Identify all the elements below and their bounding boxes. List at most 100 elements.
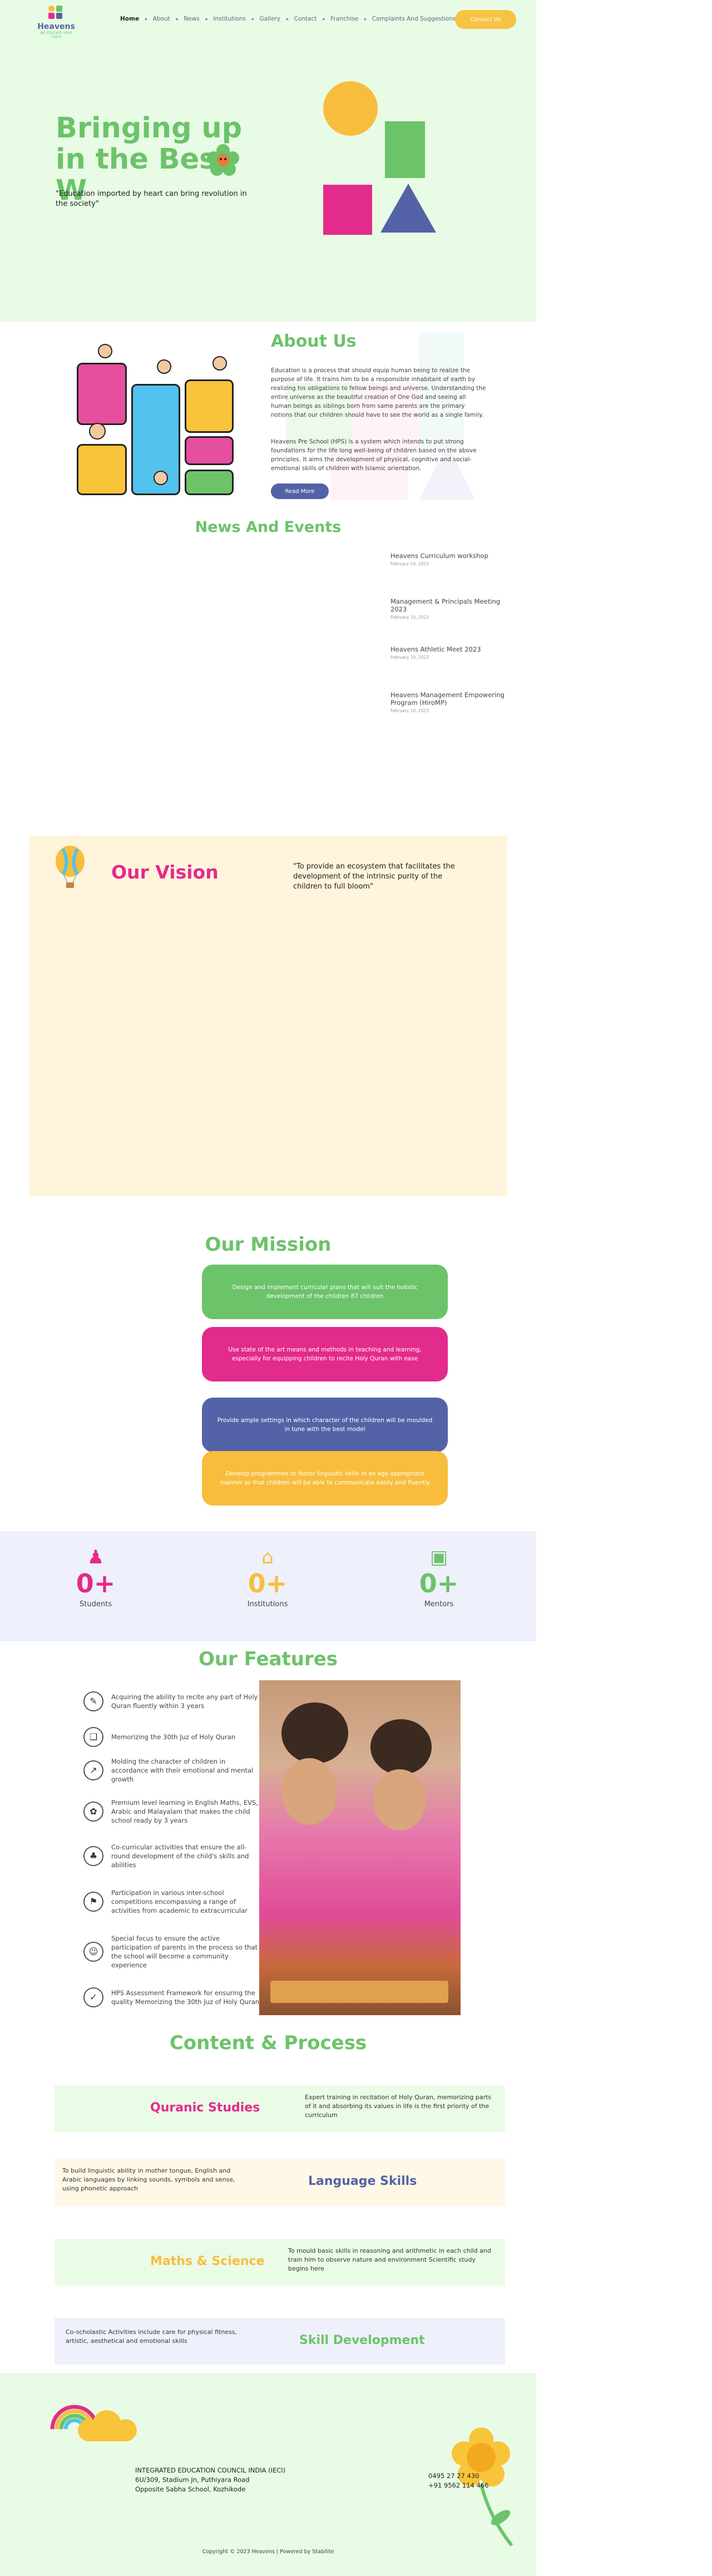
mission-card: Use state of the art means and methods i… (202, 1327, 448, 1381)
process-heading: Maths & Science (150, 2254, 265, 2268)
parents-icon: ☺ (83, 1942, 103, 1962)
process-text: To build linguistic ability in mother to… (62, 2167, 235, 2192)
brand-logo[interactable]: Heavens WE EDUCATE YOUR CHILD (34, 4, 78, 39)
nav-home[interactable]: Home (115, 16, 145, 22)
process-heading: Quranic Studies (150, 2101, 260, 2115)
stat-label: Mentors (424, 1600, 454, 1608)
process-card-maths: Maths & Science To mould basic skills in… (55, 2239, 505, 2286)
main-nav: Home ◆ About ◆ News ◆ Institutions ◆ Gal… (115, 16, 461, 22)
nav-institutions[interactable]: Institutions (207, 16, 251, 22)
feature-item: ⚑ Participation in various inter-school c… (83, 1888, 261, 1915)
news-item-date: February 10, 2023 (390, 708, 429, 713)
feature-item: ☺ Special focus to ensure the active part… (83, 1934, 261, 1970)
feature-text: Acquiring the ability to recite any part… (111, 1693, 258, 1710)
blue-triangle-shape (380, 184, 436, 233)
mission-card: Provide ample settings in which characte… (202, 1398, 448, 1452)
quran-icon: ✎ (83, 1691, 103, 1711)
institution-icon: ⌂ (261, 1546, 274, 1568)
about-illustration (72, 340, 239, 496)
process-heading: Language Skills (308, 2174, 417, 2188)
news-item-title: Management & Principals Meeting 2023 (390, 598, 501, 613)
nav-franchise[interactable]: Franchise (325, 16, 364, 22)
process-card-quranic: Quranic Studies Expert training in recit… (55, 2085, 505, 2132)
stat-mentors: ▣ 0+ Mentors (383, 1546, 495, 1608)
logo-mark-icon (47, 4, 66, 19)
news-item-title: Heavens Athletic Meet 2023 (390, 645, 481, 653)
footer-address: INTEGRATED EDUCATION COUNCIL INDIA (IECI… (135, 2466, 285, 2494)
news-item[interactable]: Heavens Management Empowering Program (H… (390, 691, 513, 715)
brand-tagline: WE EDUCATE YOUR CHILD (39, 31, 73, 39)
news-item-date: February 10, 2023 (390, 615, 429, 620)
feature-text: Participation in various inter-school co… (111, 1889, 248, 1914)
feature-item: ✎ Acquiring the ability to recite any par… (83, 1691, 261, 1711)
assessment-icon: ✓ (83, 1987, 103, 2007)
process-text: To mould basic skills in reasoning and a… (288, 2247, 491, 2272)
about-paragraph-1: Education is a process that should equip… (271, 367, 486, 418)
feature-text: Special focus to ensure the active parti… (111, 1935, 258, 1969)
feature-item: ❑ Memorizing the 30th Juz of Holy Quran (83, 1727, 261, 1747)
feature-item: ✓ HPS Assessment Framework for ensuring t… (83, 1987, 261, 2007)
stat-value: 0+ (76, 1568, 116, 1598)
process-text: Expert training in recitation of Holy Qu… (305, 2094, 492, 2119)
footer-phone[interactable]: +91 9562 114 466 (428, 2481, 488, 2490)
hot-air-balloon-icon (53, 846, 87, 890)
flower-icon (206, 143, 240, 177)
mission-title: Our Mission (205, 1233, 332, 1256)
competition-icon: ⚑ (83, 1892, 103, 1912)
news-item[interactable]: Heavens Athletic Meet 2023 February 10, … (390, 645, 513, 662)
feature-item: ↗ Molding the character of children in ac… (83, 1757, 261, 1784)
stat-institutions: ⌂ 0+ Institutions (212, 1546, 323, 1608)
copyright-text: Copyright © 2023 Heavens | Powered by St… (202, 2549, 334, 2555)
stat-students: ♟ 0+ Students (40, 1546, 151, 1608)
news-item-date: February 10, 2023 (390, 561, 429, 566)
footer-address-line: Opposite Sabha School, Kozhikode (135, 2485, 246, 2493)
mission-card: Develop programmes to foster linguistic … (202, 1451, 448, 1506)
nav-complaints[interactable]: Complaints And Suggestions (367, 16, 462, 22)
feature-item: ♣ Co-curricular activities that ensure th… (83, 1843, 261, 1869)
news-item-title: Heavens Curriculum workshop (390, 552, 488, 560)
about-title: About Us (271, 332, 357, 351)
process-card-skills: Co-scholastic Activities include care fo… (55, 2318, 505, 2365)
hero-quote: "Education imported by heart can bring r… (56, 190, 247, 208)
nav-news[interactable]: News (178, 16, 205, 22)
student-icon: ♟ (87, 1546, 105, 1568)
stat-value: 0+ (248, 1568, 288, 1598)
news-title: News And Events (195, 519, 342, 536)
footer-phones: 0495 27 27 430 +91 9562 114 466 (428, 2471, 488, 2490)
brand-name: Heavens (37, 22, 75, 31)
stat-label: Students (80, 1600, 112, 1608)
vision-text: "To provide an ecosystem that facilitate… (293, 862, 455, 891)
feature-text: Co-curricular activities that ensure the… (111, 1843, 249, 1869)
learning-icon: ✿ (83, 1802, 103, 1822)
rainbow-clouds-illustration (49, 2390, 150, 2447)
activity-icon: ♣ (83, 1846, 103, 1866)
nav-contact[interactable]: Contact (289, 16, 323, 22)
feature-text: HPS Assessment Framework for ensuring th… (111, 1989, 260, 2006)
feature-item: ✿ Premium level learning in English Maths… (83, 1798, 261, 1825)
children-playing-photo (259, 1680, 461, 2015)
green-rectangle-shape (385, 121, 425, 178)
news-item[interactable]: Heavens Curriculum workshop February 10,… (390, 552, 513, 568)
book-icon: ❑ (83, 1727, 103, 1747)
feature-text: Premium level learning in English Maths,… (111, 1799, 258, 1824)
feature-text: Memorizing the 30th Juz of Holy Quran (111, 1733, 236, 1741)
process-heading: Skill Development (299, 2333, 425, 2347)
footer-phone[interactable]: 0495 27 27 430 (428, 2471, 488, 2481)
contact-us-button[interactable]: Contact Us (455, 10, 516, 29)
feature-text: Molding the character of children in acc… (111, 1758, 254, 1783)
news-item[interactable]: Management & Principals Meeting 2023 Feb… (390, 598, 513, 621)
stat-label: Institutions (247, 1600, 288, 1608)
news-item-title: Heavens Management Empowering Program (H… (390, 691, 505, 707)
vision-title: Our Vision (111, 861, 219, 883)
nav-about[interactable]: About (147, 16, 176, 22)
footer-address-line: INTEGRATED EDUCATION COUNCIL INDIA (IECI… (135, 2466, 286, 2474)
mentor-icon: ▣ (429, 1546, 448, 1568)
footer-address-line: 6U/309, Stadium Jn, Puthiyara Road (135, 2476, 250, 2484)
about-paragraph-2: Heavens Pre School (HPS) is a system whi… (271, 438, 477, 472)
features-title: Our Features (198, 1648, 338, 1670)
nav-gallery[interactable]: Gallery (254, 16, 286, 22)
read-more-button[interactable]: Read More (271, 483, 329, 499)
process-title: Content & Process (169, 2032, 367, 2054)
pink-square-shape (323, 185, 372, 235)
process-text: Co-scholastic Activities include care fo… (66, 2328, 238, 2345)
